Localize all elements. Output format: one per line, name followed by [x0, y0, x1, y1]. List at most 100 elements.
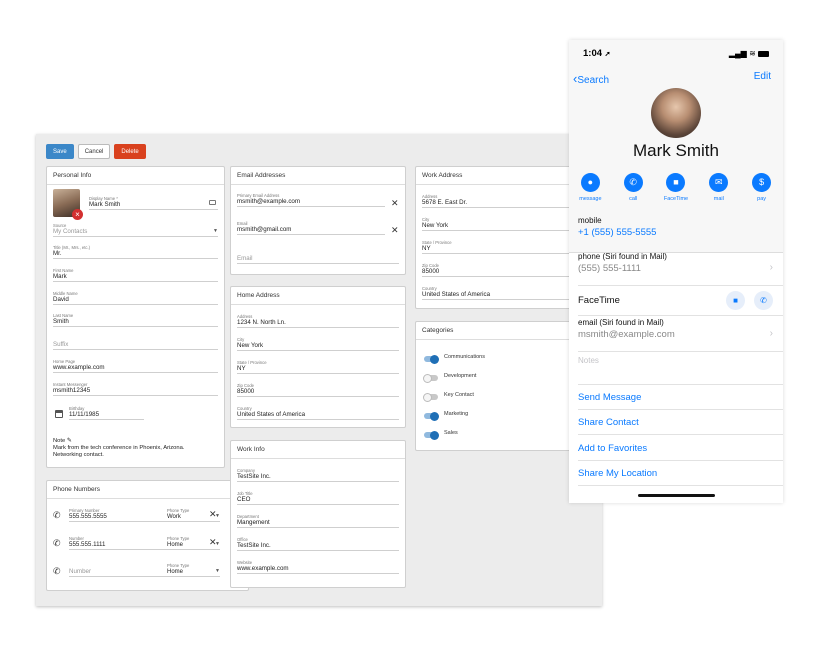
- toggle-key-contact[interactable]: [423, 392, 438, 402]
- category-label: Development: [444, 373, 477, 379]
- remove-phone-button[interactable]: ✕: [209, 509, 217, 520]
- toolbar: Save Cancel Delete: [46, 144, 146, 159]
- siri-phone-row[interactable]: phone (Siri found in Mail) (555) 555-111…: [578, 252, 783, 286]
- edit-button[interactable]: Edit: [754, 71, 771, 82]
- mobile-row[interactable]: mobile +1 (555) 555-5555: [578, 216, 783, 249]
- card-title: Phone Numbers: [47, 481, 248, 499]
- phone-icon: ✆: [623, 173, 643, 192]
- work-city-field[interactable]: City New York: [422, 217, 588, 231]
- card-title: Work Address: [416, 167, 594, 185]
- home-address-field[interactable]: Address 1234 N. North Ln.: [237, 314, 399, 328]
- remove-email-button[interactable]: ✕: [391, 198, 399, 209]
- phone-type-select[interactable]: Phone Type Home ▼: [167, 563, 220, 577]
- home-state-field[interactable]: State / Province NY: [237, 360, 399, 374]
- instant-messenger-field[interactable]: Instant Messenger msmith12345: [53, 382, 218, 396]
- share-contact-link[interactable]: Share Contact: [578, 410, 783, 435]
- remove-phone-button[interactable]: ✕: [209, 537, 217, 548]
- new-number-field[interactable]: Number: [69, 568, 178, 577]
- quick-actions: ● message ✆ call ■ FaceTime ✉ mail $ pay: [569, 173, 783, 202]
- category-label: Communications: [444, 354, 485, 360]
- video-icon: ■: [666, 173, 686, 192]
- note-text[interactable]: Mark from the tech conference in Phoenix…: [53, 445, 214, 459]
- department-field[interactable]: Department Mangement: [237, 514, 399, 528]
- website-field[interactable]: Website www.example.com: [237, 560, 399, 574]
- back-button[interactable]: ‹Search: [573, 71, 609, 86]
- title-field[interactable]: Title (Mr., Mrs., etc.) Mr.: [53, 245, 218, 259]
- job-title-field[interactable]: Job Title CEO: [237, 491, 399, 505]
- primary-email-field[interactable]: Primary Email Address msmith@example.com: [237, 193, 385, 207]
- remove-email-button[interactable]: ✕: [391, 225, 399, 236]
- pay-action[interactable]: $ pay: [740, 173, 783, 202]
- contact-card-icon[interactable]: [209, 200, 216, 205]
- birthday-field[interactable]: Birthday 11/11/1985: [69, 406, 144, 420]
- pencil-icon[interactable]: ✎: [67, 438, 72, 444]
- save-button[interactable]: Save: [46, 144, 74, 159]
- home-page-field[interactable]: Home Page www.example.com: [53, 359, 218, 373]
- contact-photo: [651, 88, 701, 138]
- wifi-icon: ≋: [749, 49, 756, 58]
- category-label: Key Contact: [444, 392, 474, 398]
- toggle-sales[interactable]: [424, 430, 439, 440]
- note-label: Note ✎: [53, 438, 72, 444]
- last-name-field[interactable]: Last Name Smith: [53, 313, 218, 327]
- work-country-field[interactable]: Country United States of America: [422, 286, 588, 300]
- toggle-development[interactable]: [423, 373, 438, 383]
- number-field[interactable]: Number 555.555.1111: [69, 536, 178, 550]
- notes-field[interactable]: Notes: [578, 353, 783, 385]
- siri-email-row[interactable]: email (Siri found in Mail) msmith@exampl…: [578, 318, 783, 352]
- suffix-field[interactable]: Suffix: [53, 341, 218, 350]
- phone-icon: ✆: [53, 510, 61, 520]
- home-country-field[interactable]: Country United States of America: [237, 406, 399, 420]
- work-zip-field[interactable]: Zip Code 85000: [422, 263, 588, 277]
- personal-info-card: Personal Info × Display Name * Mark Smit…: [46, 166, 225, 468]
- categories-card: Categories Communications Development Ke…: [415, 321, 595, 451]
- card-title: Home Address: [231, 287, 405, 305]
- chevron-right-icon: ›: [769, 262, 773, 273]
- phone-numbers-card: Phone Numbers ✆ Primary Number 555.555.5…: [46, 480, 249, 591]
- mail-action[interactable]: ✉ mail: [697, 173, 740, 202]
- display-name-field[interactable]: Display Name * Mark Smith: [89, 196, 218, 210]
- phone-icon[interactable]: ✆: [754, 291, 773, 310]
- home-zip-field[interactable]: Zip Code 85000: [237, 383, 399, 397]
- chevron-down-icon: ▼: [213, 228, 218, 234]
- phone-icon: ✆: [53, 538, 61, 548]
- cancel-button[interactable]: Cancel: [77, 144, 111, 159]
- status-time: 1:04 ➚: [583, 48, 611, 59]
- add-to-favorites-link[interactable]: Add to Favorites: [578, 436, 783, 461]
- delete-button[interactable]: Delete: [114, 144, 146, 159]
- chevron-down-icon: ▼: [215, 568, 220, 574]
- work-info-card: Work Info Company TestSite Inc. Job Titl…: [230, 440, 406, 588]
- work-address-field[interactable]: Address 5678 E. East Dr.: [422, 194, 588, 208]
- video-icon[interactable]: ■: [726, 291, 745, 310]
- send-message-link[interactable]: Send Message: [578, 385, 783, 410]
- toggle-marketing[interactable]: [424, 411, 439, 421]
- remove-photo-icon[interactable]: ×: [72, 209, 83, 220]
- company-field[interactable]: Company TestSite Inc.: [237, 468, 399, 482]
- primary-number-field[interactable]: Primary Number 555.555.5555: [69, 508, 178, 522]
- new-email-field[interactable]: Email: [237, 255, 399, 264]
- first-name-field[interactable]: First Name Mark: [53, 268, 218, 282]
- toggle-communications[interactable]: [424, 354, 439, 364]
- category-label: Sales: [444, 430, 458, 436]
- message-action[interactable]: ● message: [569, 173, 612, 202]
- dollar-icon: $: [752, 173, 772, 192]
- facetime-action[interactable]: ■ FaceTime: [655, 173, 698, 202]
- share-location-link[interactable]: Share My Location: [578, 461, 783, 486]
- home-city-field[interactable]: City New York: [237, 337, 399, 351]
- middle-name-field[interactable]: Middle Name David: [53, 291, 218, 305]
- calendar-icon[interactable]: [55, 410, 63, 418]
- facetime-row[interactable]: FaceTime ■ ✆: [578, 286, 783, 316]
- call-action[interactable]: ✆ call: [612, 173, 655, 202]
- email-field[interactable]: Email msmith@gmail.com: [237, 221, 385, 235]
- home-address-card: Home Address Address 1234 N. North Ln. C…: [230, 286, 406, 428]
- card-title: Work Info: [231, 441, 405, 459]
- location-arrow-icon: ➚: [604, 51, 611, 58]
- phone-icon: ✆: [53, 566, 61, 576]
- card-title: Personal Info: [47, 167, 224, 185]
- contact-editor-window: Save Cancel Delete Personal Info × Displ…: [36, 134, 602, 606]
- work-state-field[interactable]: State / Province NY: [422, 240, 588, 254]
- source-select[interactable]: Source My Contacts ▼: [53, 223, 218, 237]
- home-indicator[interactable]: [638, 494, 715, 497]
- office-field[interactable]: Office TestSite Inc.: [237, 537, 399, 551]
- category-label: Marketing: [444, 411, 469, 417]
